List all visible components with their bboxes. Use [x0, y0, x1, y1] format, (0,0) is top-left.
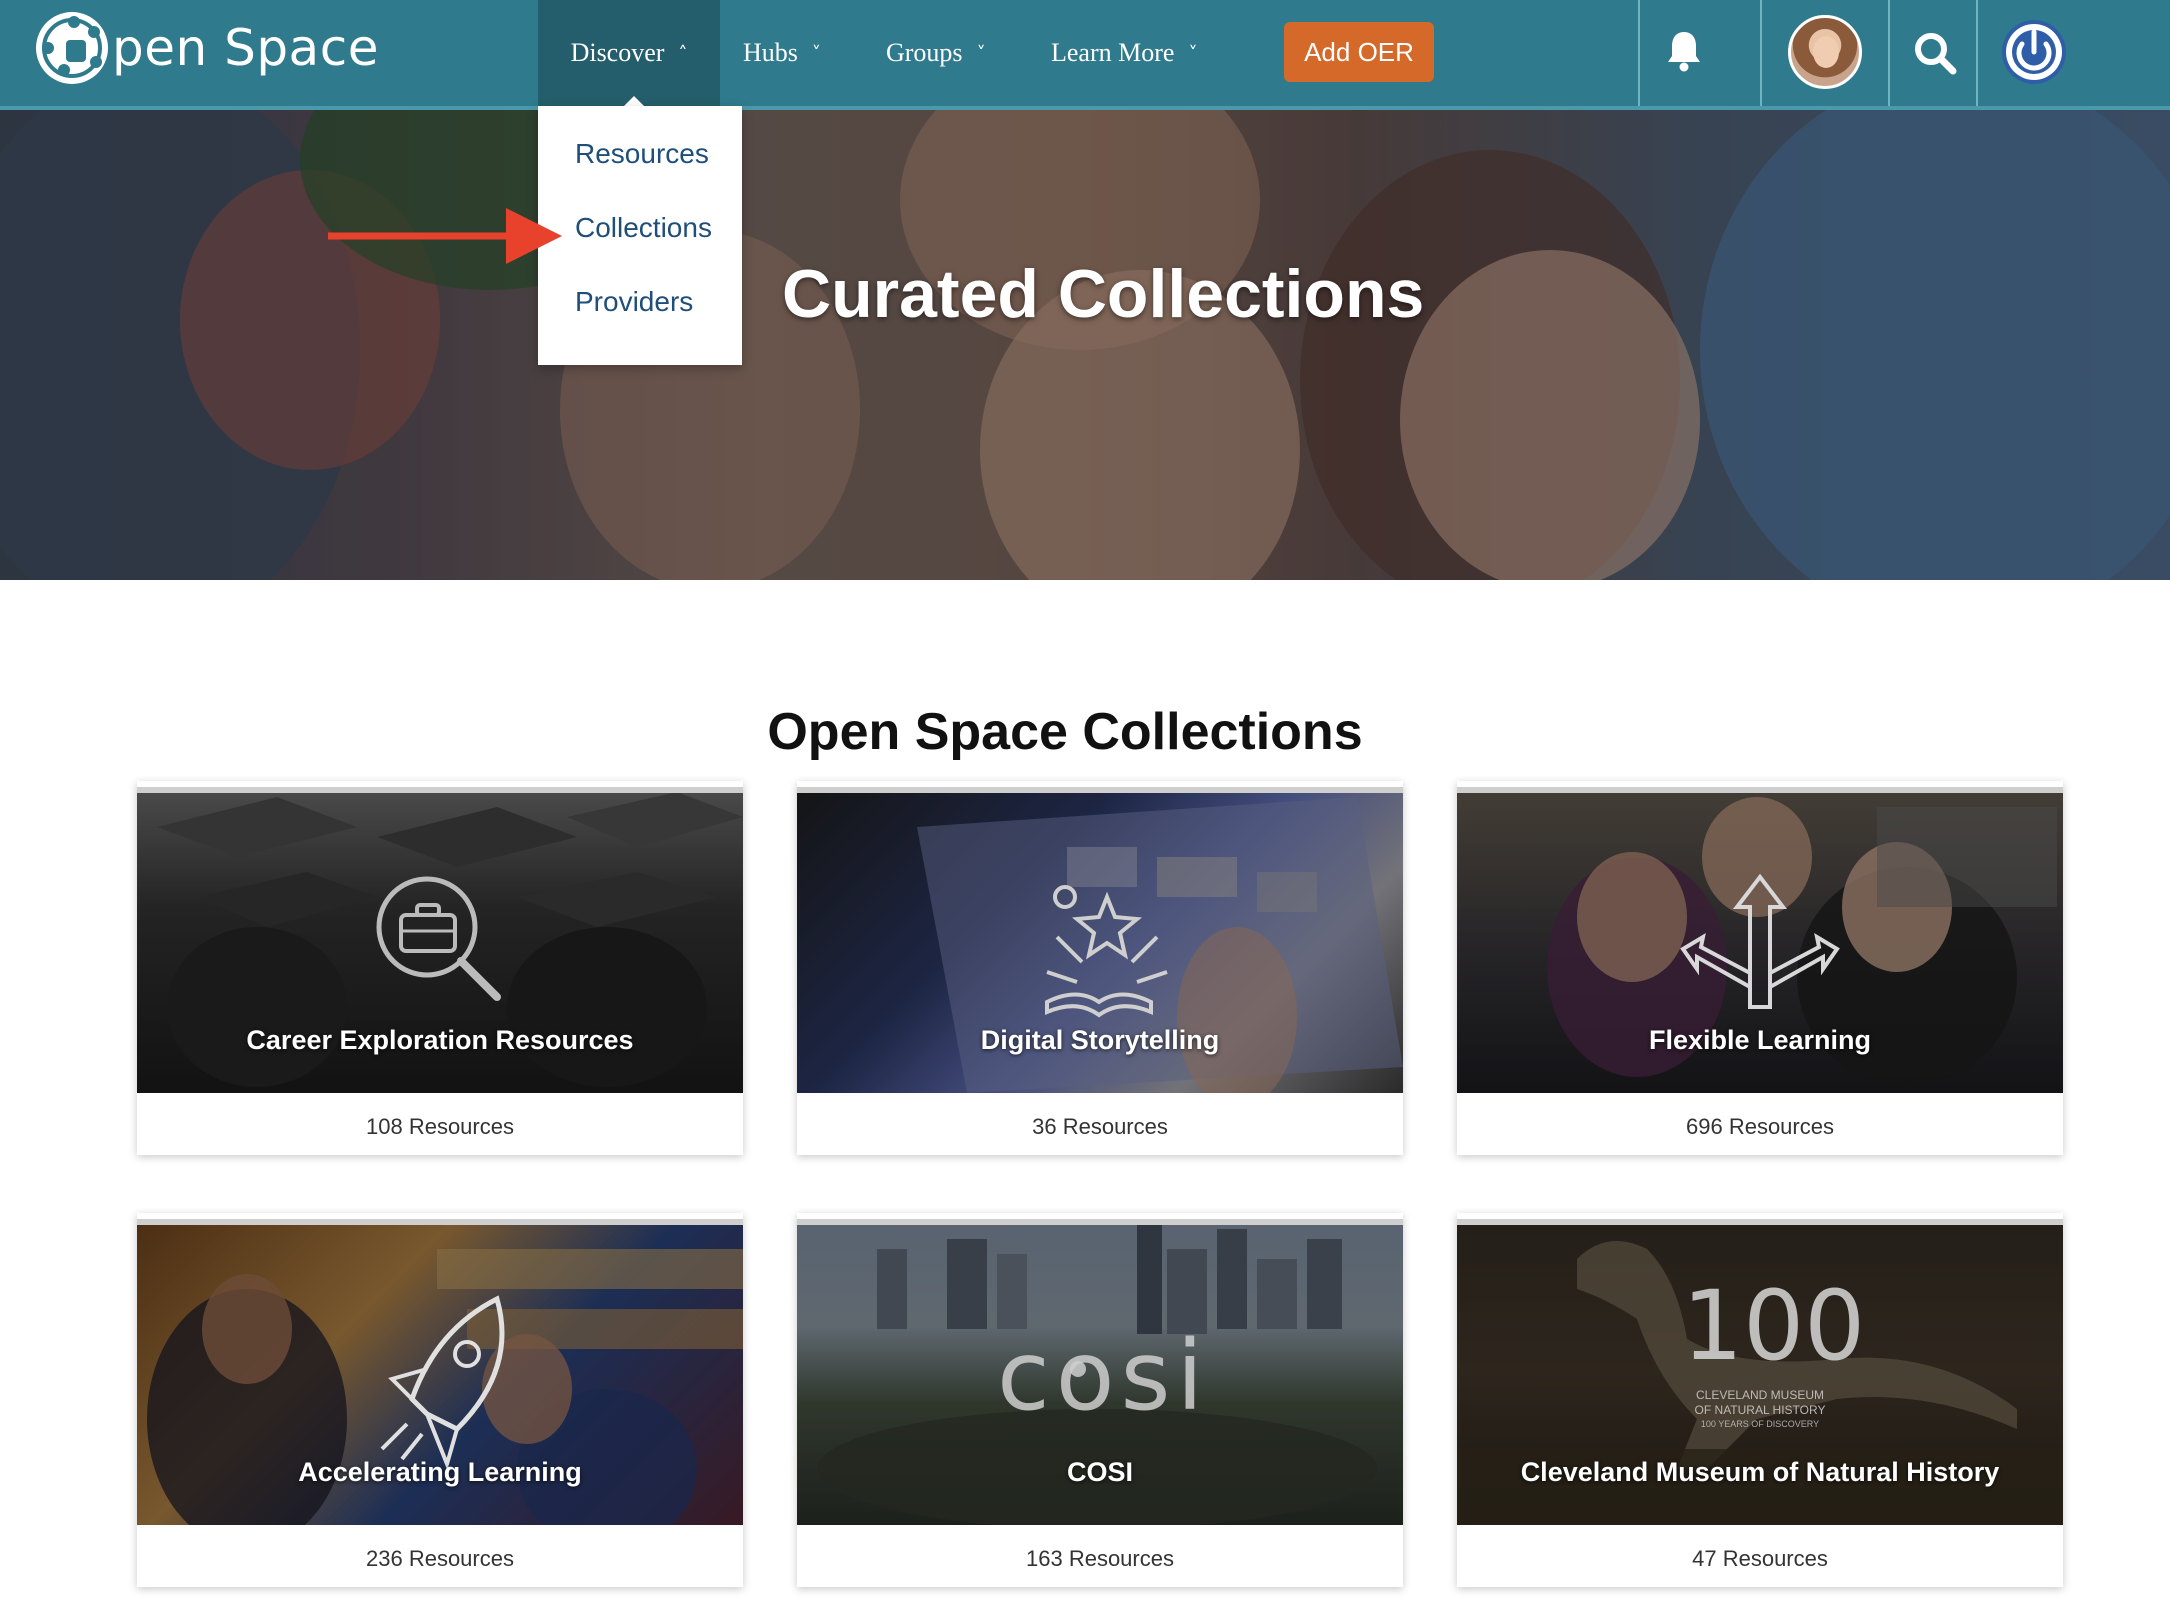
logo-line: OF NATURAL HISTORY: [1695, 1403, 1826, 1417]
hero-banner: Curated Collections: [0, 110, 2170, 580]
nav-hubs-label: Hubs: [743, 38, 798, 67]
collection-thumbnail: Accelerating Learning: [137, 1219, 743, 1525]
bell-icon[interactable]: [1664, 28, 1704, 72]
chevron-down-icon: ˅: [1188, 42, 1198, 64]
nav-discover[interactable]: Discover ˄: [538, 0, 720, 108]
collection-thumbnail: 100 CLEVELAND MUSEUM OF NATURAL HISTORY …: [1457, 1219, 2063, 1525]
collection-thumbnail: Career Exploration Resources: [137, 787, 743, 1093]
collection-resource-count: 47 Resources: [1692, 1546, 1828, 1571]
logo-text: pen Space: [112, 19, 379, 77]
collection-title: COSI: [1066, 1457, 1133, 1487]
collection-resource-count: 236 Resources: [366, 1546, 514, 1571]
annotation-arrow-icon: [328, 208, 562, 264]
discover-dropdown-menu: Resources Collections Providers: [538, 106, 742, 365]
nav-divider: [1976, 0, 1978, 106]
collection-resource-count: 696 Resources: [1686, 1114, 1834, 1139]
dropdown-item-providers[interactable]: Providers: [575, 286, 742, 360]
collection-card[interactable]: Career Exploration Resources 108 Resourc…: [137, 781, 743, 1155]
add-oer-button[interactable]: Add OER: [1284, 22, 1434, 82]
top-navbar: pen Space Discover ˄ Hubs ˅ Groups ˅ Lea…: [0, 0, 2170, 110]
nav-hubs[interactable]: Hubs ˅: [743, 0, 821, 106]
collection-resource-count: 108 Resources: [366, 1114, 514, 1139]
nav-learn-more-label: Learn More: [1051, 38, 1175, 67]
svg-text:100: 100: [1682, 1270, 1865, 1382]
user-avatar[interactable]: [1788, 15, 1862, 89]
collection-card[interactable]: Flexible Learning 696 Resources: [1457, 781, 2063, 1155]
section-title: Open Space Collections: [767, 703, 1363, 761]
collection-card[interactable]: 100 CLEVELAND MUSEUM OF NATURAL HISTORY …: [1457, 1213, 2063, 1587]
logout-button[interactable]: [2000, 12, 2068, 92]
power-icon: [2002, 20, 2066, 84]
search-icon[interactable]: [1912, 30, 1958, 76]
hero-title: Curated Collections: [782, 256, 1425, 332]
logo-line: CLEVELAND MUSEUM: [1696, 1388, 1824, 1402]
collection-title: Flexible Learning: [1648, 1025, 1872, 1055]
collection-title: Accelerating Learning: [298, 1457, 582, 1487]
nav-divider: [1760, 0, 1762, 106]
collection-title: Digital Storytelling: [980, 1025, 1220, 1055]
site-logo[interactable]: pen Space: [36, 8, 379, 88]
dropdown-item-collections[interactable]: Collections: [575, 212, 742, 286]
nav-learn-more[interactable]: Learn More ˅: [1051, 0, 1197, 106]
collection-title: Career Exploration Resources: [246, 1025, 634, 1055]
nav-groups[interactable]: Groups ˅: [886, 0, 986, 106]
collection-title: Cleveland Museum of Natural History: [1520, 1457, 2000, 1487]
chevron-up-icon: ˄: [678, 42, 688, 64]
logo-line: 100 YEARS OF DISCOVERY: [1701, 1419, 1819, 1429]
chevron-down-icon: ˅: [811, 42, 821, 64]
nav-divider: [1638, 0, 1640, 106]
nav-divider: [1888, 0, 1890, 106]
nav-discover-label: Discover: [570, 38, 665, 67]
collection-card[interactable]: Digital Storytelling 36 Resources: [797, 781, 1403, 1155]
collection-thumbnail: Flexible Learning: [1457, 787, 2063, 1093]
nav-groups-label: Groups: [886, 38, 963, 67]
open-space-logo-icon: [36, 12, 108, 84]
collection-resource-count: 163 Resources: [1026, 1546, 1174, 1571]
collection-card[interactable]: cosi COSI 163 Resources: [797, 1213, 1403, 1587]
collection-thumbnail: Digital Storytelling: [797, 787, 1403, 1093]
dropdown-item-resources[interactable]: Resources: [575, 138, 742, 212]
collection-card[interactable]: Accelerating Learning 236 Resources: [137, 1213, 743, 1587]
chevron-down-icon: ˅: [976, 42, 986, 64]
svg-text:cosi: cosi: [997, 1320, 1209, 1432]
collection-resource-count: 36 Resources: [1032, 1114, 1168, 1139]
collection-thumbnail: cosi COSI: [797, 1219, 1403, 1525]
